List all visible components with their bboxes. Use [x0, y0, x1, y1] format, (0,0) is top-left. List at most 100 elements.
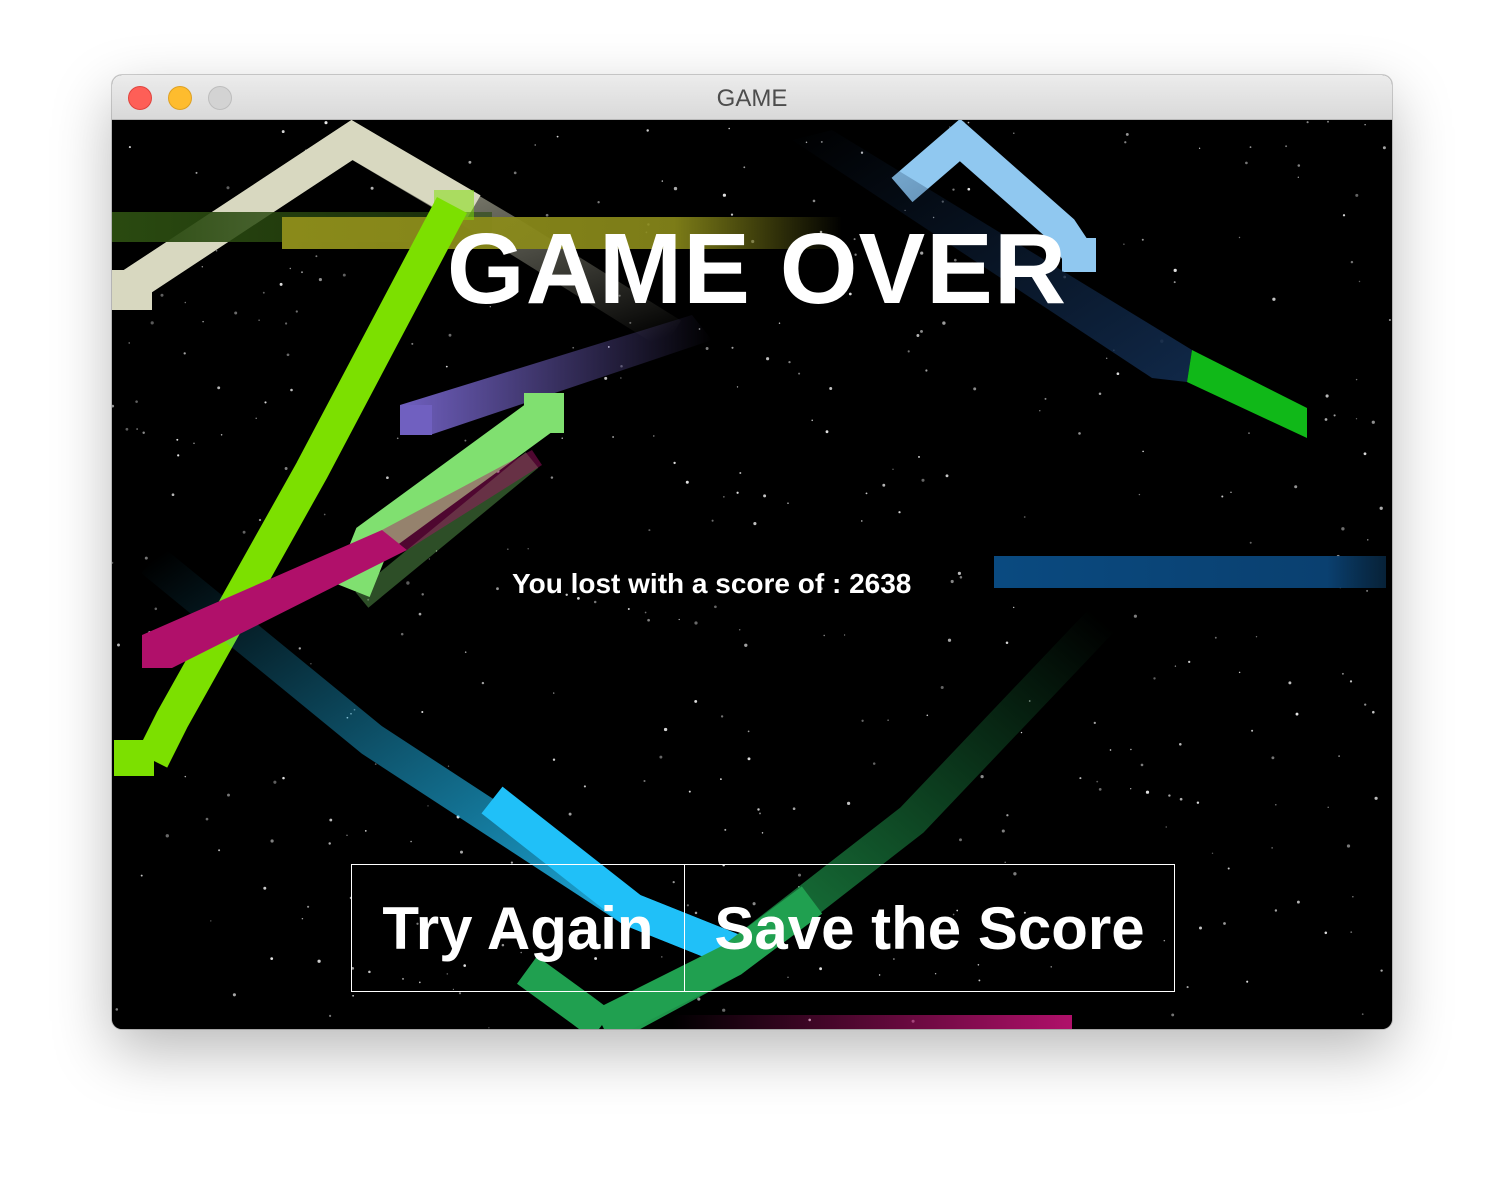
star — [534, 144, 536, 146]
star — [218, 849, 221, 852]
star — [728, 127, 730, 130]
star — [620, 377, 622, 379]
star — [1271, 847, 1273, 849]
star — [115, 1008, 119, 1011]
star — [1341, 672, 1344, 675]
title-bar[interactable]: GAME — [112, 75, 1392, 120]
star — [177, 454, 180, 457]
star — [688, 790, 691, 793]
game-window: GAME GAME OVER You lost with a score of … — [112, 75, 1392, 1029]
snake-green — [1187, 350, 1307, 438]
star — [1324, 418, 1328, 421]
star — [1285, 145, 1288, 148]
star — [731, 346, 734, 349]
star — [232, 993, 236, 997]
star — [720, 778, 722, 780]
try-again-button[interactable]: Try Again — [351, 864, 685, 992]
star — [1179, 743, 1182, 746]
star — [481, 681, 485, 685]
star — [1349, 680, 1353, 683]
star — [739, 472, 742, 474]
star — [882, 483, 886, 487]
star — [346, 834, 348, 836]
star — [298, 647, 301, 650]
star — [653, 435, 655, 437]
star — [1364, 703, 1367, 706]
star — [1327, 806, 1329, 809]
star — [1297, 176, 1299, 178]
star — [411, 342, 414, 345]
star — [263, 886, 267, 890]
star — [290, 388, 293, 392]
star — [959, 838, 962, 842]
star — [647, 618, 650, 622]
star — [264, 401, 267, 404]
star — [464, 439, 467, 442]
star — [1196, 801, 1200, 804]
star — [1296, 900, 1300, 904]
star — [140, 874, 143, 877]
save-score-button[interactable]: Save the Score — [684, 864, 1175, 992]
star — [1145, 790, 1150, 794]
star — [1188, 660, 1191, 664]
star — [907, 350, 910, 353]
star — [1297, 164, 1301, 167]
star — [872, 762, 876, 765]
star — [1379, 506, 1383, 510]
star — [1130, 748, 1132, 751]
star — [386, 476, 389, 480]
star — [284, 467, 288, 470]
star — [1230, 491, 1232, 494]
star — [1275, 803, 1277, 806]
star — [720, 715, 724, 718]
star — [242, 530, 246, 534]
star — [428, 558, 431, 560]
star — [154, 607, 158, 611]
star — [286, 353, 290, 357]
star — [1186, 986, 1189, 989]
star — [448, 333, 452, 337]
star — [673, 461, 676, 465]
star — [1001, 829, 1005, 833]
star — [673, 186, 678, 191]
star — [400, 632, 404, 636]
star — [1096, 780, 1099, 783]
star — [1211, 852, 1214, 854]
star — [1249, 146, 1252, 148]
star — [1013, 132, 1015, 135]
star — [1372, 710, 1375, 714]
star — [1198, 147, 1201, 149]
star — [281, 130, 285, 134]
star — [1044, 397, 1047, 400]
star — [1325, 394, 1329, 398]
star — [744, 643, 748, 647]
star — [1350, 931, 1353, 933]
star — [627, 608, 630, 610]
star — [1105, 357, 1108, 360]
star — [418, 612, 422, 616]
star — [142, 431, 145, 435]
star — [950, 579, 954, 584]
star — [920, 329, 923, 333]
star — [898, 511, 901, 514]
star — [468, 160, 472, 164]
star — [747, 757, 751, 761]
star — [176, 438, 179, 441]
star — [1153, 677, 1156, 680]
star — [1227, 867, 1230, 870]
star — [1165, 826, 1167, 828]
star — [410, 840, 412, 843]
star — [1005, 641, 1009, 645]
star — [370, 186, 374, 190]
star — [1116, 372, 1120, 376]
star — [1130, 788, 1132, 790]
star — [171, 493, 175, 497]
star — [792, 807, 796, 811]
star — [659, 755, 663, 759]
star — [1124, 141, 1127, 144]
star — [861, 520, 863, 522]
star — [967, 187, 971, 191]
star — [458, 992, 462, 995]
star — [421, 593, 424, 596]
star — [843, 634, 846, 636]
